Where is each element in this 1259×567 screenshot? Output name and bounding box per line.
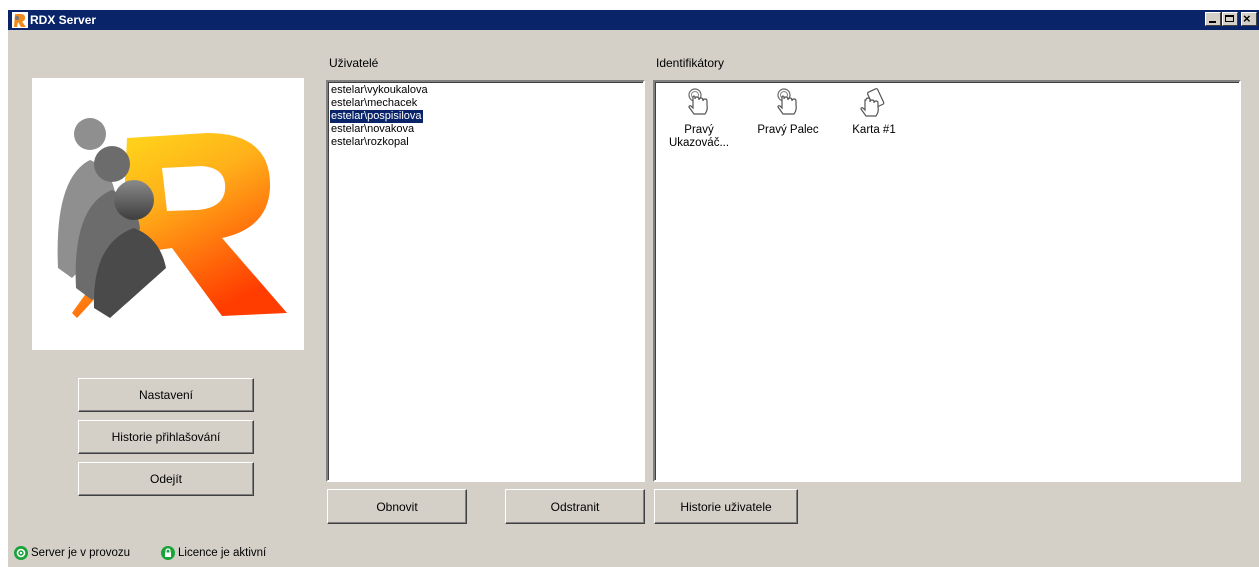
server-running-icon: [14, 546, 28, 560]
user-item-selected[interactable]: estelar\pospisilova: [329, 109, 424, 124]
user-item[interactable]: estelar\rozkopal: [330, 136, 410, 149]
user-item[interactable]: estelar\mechacek: [330, 97, 418, 110]
settings-button[interactable]: Nastavení: [78, 378, 254, 412]
users-list[interactable]: estelar\vykoukalova estelar\mechacek est…: [326, 80, 645, 482]
server-status-text: Server je v provozu: [31, 547, 131, 559]
close-button[interactable]: ×: [1241, 11, 1257, 26]
user-history-button[interactable]: Historie uživatele: [654, 489, 798, 524]
identifiers-list[interactable]: Pravý Ukazováč... Pravý Palec Karta #1: [653, 80, 1241, 482]
exit-button[interactable]: Odejít: [78, 462, 254, 496]
identifier-item[interactable]: Pravý Ukazováč...: [661, 86, 737, 150]
rdx-logo-graphic: [57, 118, 287, 318]
lock-icon: [161, 546, 175, 560]
user-item[interactable]: estelar\novakova: [330, 123, 415, 136]
maximize-icon: [1225, 15, 1234, 22]
card-touch-icon: [860, 88, 885, 117]
identifier-label: Pravý Ukazováč...: [668, 124, 730, 149]
identifier-item[interactable]: Pravý Palec: [750, 86, 826, 137]
users-label: Uživatelé: [329, 56, 379, 70]
maximize-button[interactable]: [1222, 12, 1238, 26]
licence-status: Licence je aktivní: [161, 545, 266, 561]
refresh-button[interactable]: Obnovit: [327, 489, 467, 524]
fingerprint-touch-icon: [688, 88, 708, 115]
rdx-app-icon: [12, 12, 28, 28]
remove-button[interactable]: Odstranit: [505, 489, 645, 524]
title-bar[interactable]: RDX Server ×: [8, 10, 1259, 30]
identifier-label: Pravý Palec: [757, 124, 819, 136]
close-icon: ×: [1243, 11, 1251, 26]
identifier-item[interactable]: Karta #1: [836, 86, 912, 137]
user-item[interactable]: estelar\vykoukalova: [330, 84, 429, 97]
fingerprint-touch-icon: [777, 88, 797, 115]
login-history-button[interactable]: Historie přihlašování: [78, 420, 254, 454]
main-window: RDX Server × Nastavení Historie přihlašo…: [8, 10, 1259, 567]
window-title: RDX Server: [30, 13, 97, 27]
rdx-logo: [32, 78, 304, 350]
identifiers-label: Identifikátory: [656, 56, 725, 70]
server-status: Server je v provozu: [14, 545, 130, 561]
minimize-icon: [1209, 21, 1216, 23]
licence-status-text: Licence je aktivní: [178, 547, 267, 559]
minimize-button[interactable]: [1205, 12, 1221, 26]
identifier-label: Karta #1: [852, 124, 896, 136]
